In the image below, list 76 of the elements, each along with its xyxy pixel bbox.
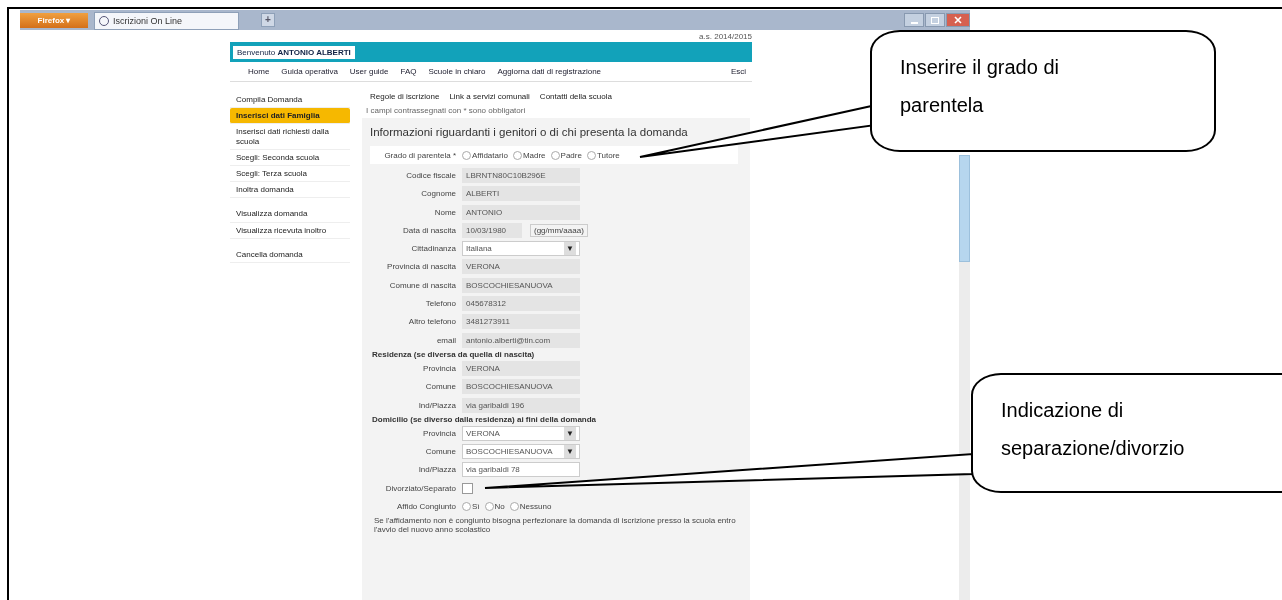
field-label: Provincia di nascita: [386, 262, 457, 272]
field-label: Affido Congiunto: [396, 502, 457, 511]
field-label: Cognome: [420, 189, 457, 199]
field-label: Cittadinanza: [410, 244, 457, 254]
section-heading: Residenza (se diversa da quella di nascita): [371, 349, 536, 360]
note-text: Se l'affidamento non è congiunto bisogna perfezionare la domanda di iscrizione presso la scuola entro l'avvio del nuovo anno scolastico: [373, 515, 737, 535]
browser-tab[interactable]: Iscrizioni On Line: [94, 12, 239, 30]
maximize-icon: [931, 16, 939, 24]
field-label: Nome: [433, 207, 457, 217]
callout-text: Inserire il grado di parentela: [900, 55, 1060, 118]
radio-button[interactable]: [484, 502, 494, 511]
radio-label: Tutore: [596, 150, 620, 160]
field-label: Provincia: [422, 363, 457, 373]
checkbox[interactable]: [462, 482, 473, 494]
sidebar-item[interactable]: Inserisci dati richiesti dalla scuola: [230, 124, 350, 150]
radio-label: No: [494, 502, 505, 511]
field-label: Ind/Piazza: [417, 400, 457, 410]
subtab-link[interactable]: Link a servizi comunali: [449, 92, 530, 101]
field-label: Comune: [424, 447, 457, 457]
radio-label: Nessuno: [519, 502, 552, 511]
nav-link[interactable]: Aggiorna dati di registrazione: [497, 67, 602, 76]
radio-label: Affidatario: [472, 150, 508, 160]
nav-link[interactable]: Home: [248, 67, 270, 76]
radio-button[interactable]: [512, 150, 522, 160]
field-label: Comune: [424, 382, 457, 392]
school-year: a.s. 2014/2015: [699, 31, 752, 41]
form-heading: Informazioni riguardanti i genitori o di chi presenta la domanda: [370, 126, 689, 138]
nav-link[interactable]: Scuole in chiaro: [428, 67, 486, 76]
dropdown[interactable]: VERONA ▼: [462, 425, 580, 441]
dropdown[interactable]: Italiana ▼: [462, 241, 580, 257]
text-field[interactable]: via garibaldi 78: [462, 462, 580, 478]
nav-link[interactable]: User guide: [349, 67, 389, 76]
sidebar-item[interactable]: Inserisci dati Famiglia: [230, 108, 350, 125]
minimize-icon: [910, 21, 918, 24]
sidebar-item[interactable]: Scegli: Terza scuola: [230, 165, 350, 183]
radio-button[interactable]: [462, 502, 471, 511]
subtab-link[interactable]: Contatti della scuola: [539, 92, 612, 101]
scrollbar[interactable]: [959, 155, 970, 600]
field-label: email: [435, 335, 457, 345]
close-button[interactable]: [946, 13, 970, 27]
sidebar-item[interactable]: Visualizza ricevuta inoltro: [230, 222, 350, 239]
logout-link[interactable]: Esci: [730, 67, 746, 76]
radio-button[interactable]: [509, 502, 519, 511]
nav-link[interactable]: Guida operativa: [281, 67, 338, 76]
callout-text: Indicazione di separazione/divorzio: [1001, 398, 1186, 461]
sidebar-item[interactable]: Visualizza domanda: [230, 206, 350, 223]
scrollbar-thumb[interactable]: [959, 155, 970, 262]
date-format-hint: (gg/mm/aaaa): [530, 223, 588, 237]
minimize-button[interactable]: [904, 13, 924, 27]
section-heading: Domicilio (se diverso dalla residenza) ai fini della domanda: [371, 414, 598, 425]
field-label: Grado di parentela *: [383, 150, 457, 160]
sidebar-item[interactable]: Cancella domanda: [230, 246, 350, 263]
radio-label: Madre: [522, 150, 546, 160]
subtab-link[interactable]: Regole di iscrizione: [370, 92, 440, 101]
required-note: I campi contrassegnati con * sono obbligatori: [365, 106, 527, 117]
close-icon: [954, 16, 962, 24]
maximize-button[interactable]: [925, 13, 945, 27]
radio-button[interactable]: [462, 150, 471, 160]
radio-label: Sì: [472, 502, 480, 511]
field-label: Divorziato/Separato: [384, 483, 457, 493]
field-label: Codice fiscale: [405, 170, 457, 180]
field-label: Altro telefono: [407, 317, 457, 327]
welcome-text: Benvenuto ANTONIO ALBERTI: [233, 45, 355, 59]
field-label: Data di nascita: [402, 225, 457, 235]
radio-button[interactable]: [586, 150, 596, 160]
field-label: Telefono: [424, 299, 457, 308]
radio-button[interactable]: [550, 150, 560, 160]
field-label: Comune di nascita: [388, 280, 457, 290]
sidebar-item[interactable]: Inoltra domanda: [230, 182, 350, 199]
sidebar-item[interactable]: Scegli: Seconda scuola: [230, 149, 350, 166]
nav-link[interactable]: FAQ: [400, 67, 417, 76]
field-label: Ind/Piazza: [417, 465, 457, 475]
dropdown[interactable]: BOSCOCHIESANUOVA ▼: [462, 444, 580, 460]
new-tab-button[interactable]: +: [261, 13, 275, 27]
radio-label: Padre: [560, 150, 582, 160]
field-label: Provincia: [422, 428, 457, 438]
